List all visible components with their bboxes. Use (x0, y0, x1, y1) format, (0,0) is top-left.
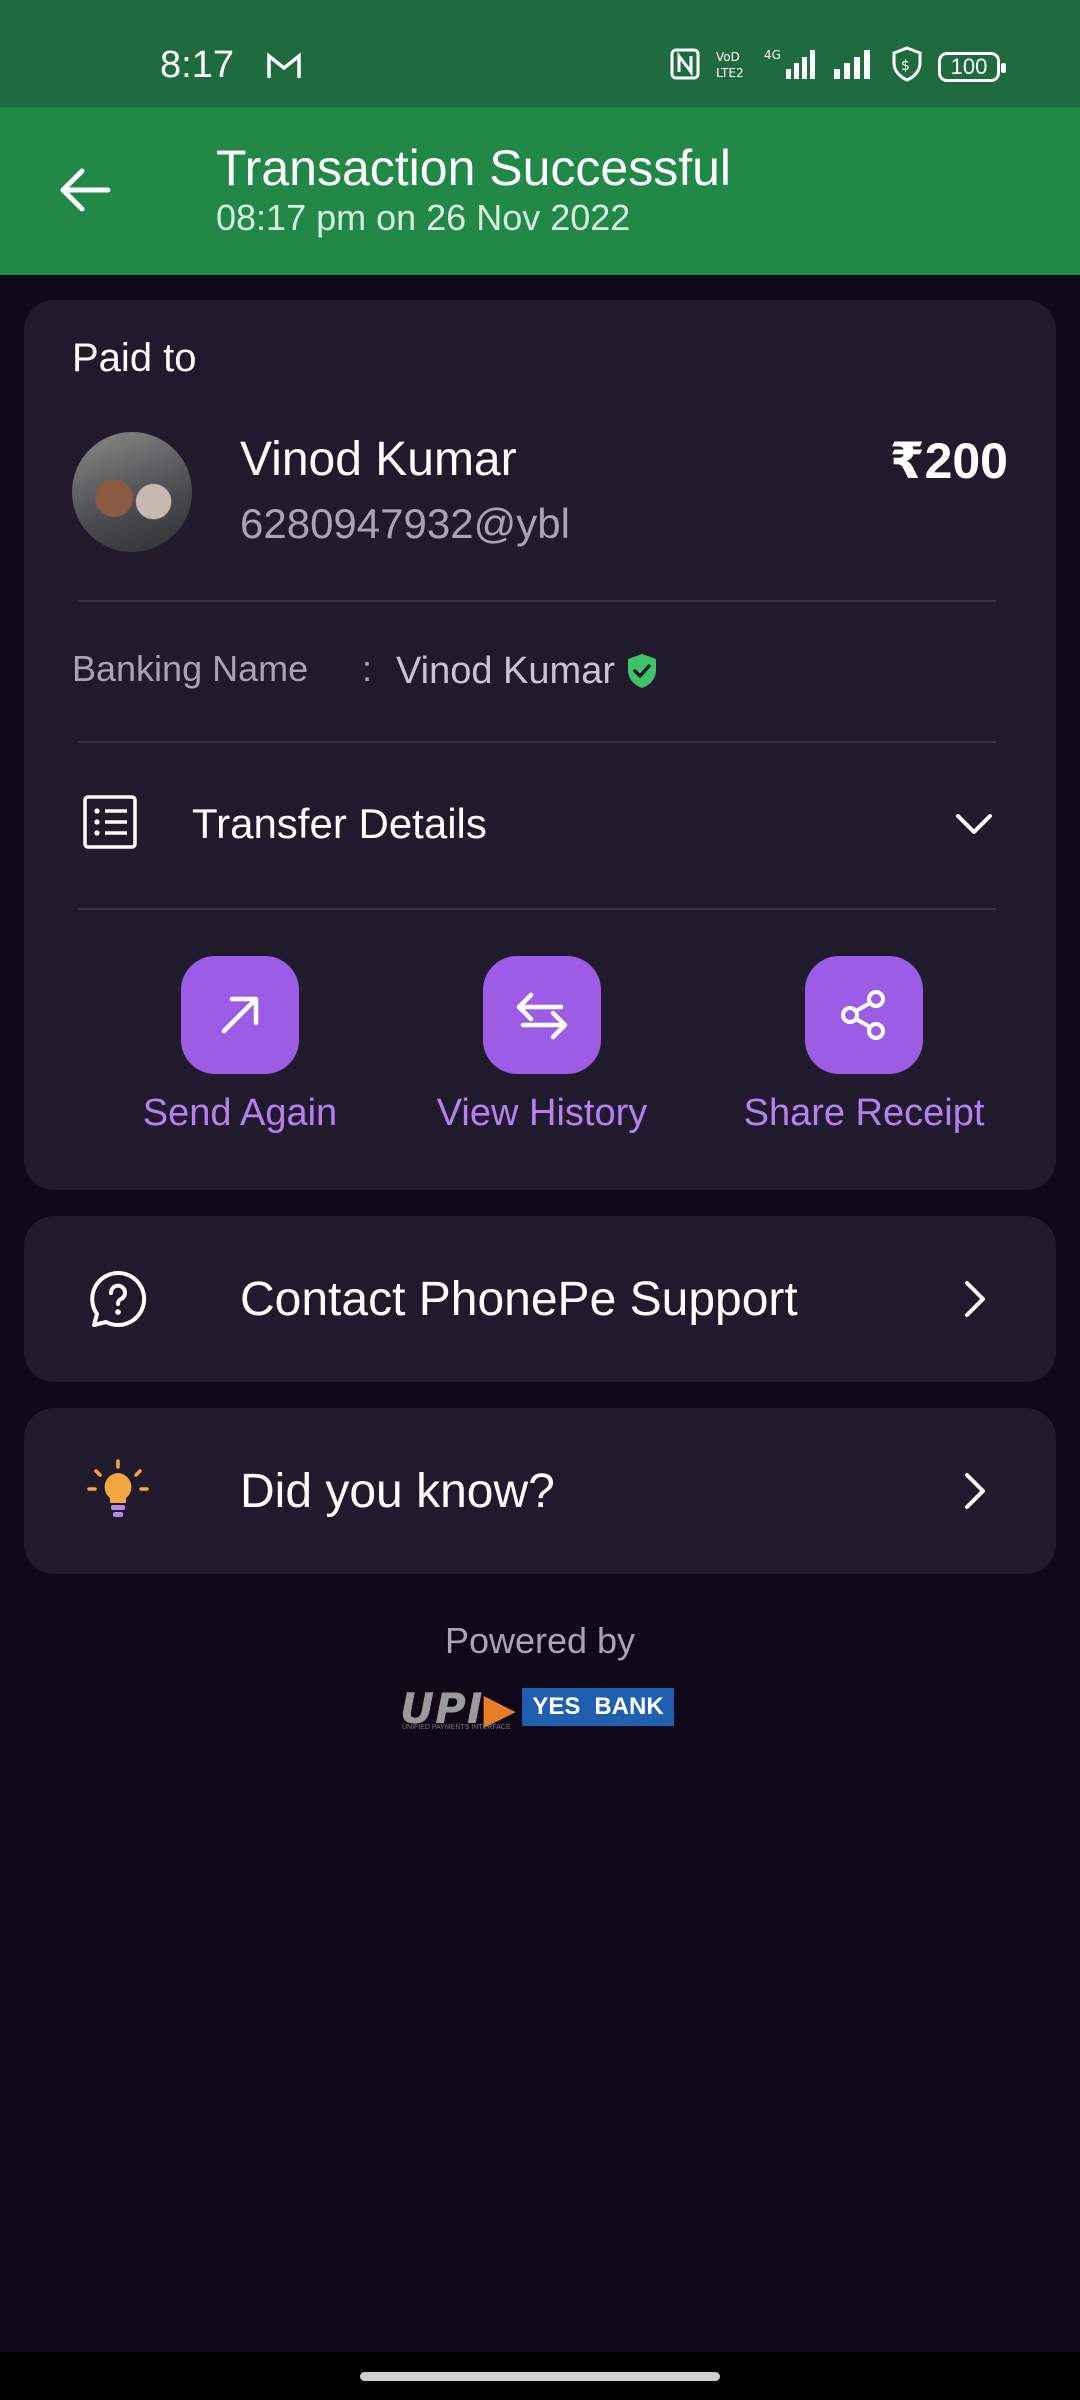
payee-upi-id: 6280947932@ybl (240, 500, 570, 547)
paid-to-label: Paid to (72, 336, 197, 380)
contact-support-row[interactable]: Contact PhonePe Support (24, 1216, 1056, 1382)
svg-text:LTE2: LTE2 (716, 66, 744, 80)
banking-name-value: Vinod Kumar (396, 650, 615, 692)
back-arrow-icon[interactable] (52, 155, 122, 225)
signal-4g-icon: 4G (764, 47, 818, 86)
payee-name: Vinod Kumar (240, 433, 517, 486)
banking-name-separator: : (362, 648, 373, 689)
payment-details-card: Paid to Vinod Kumar 6280947932@ybl ₹200 … (24, 300, 1056, 1190)
secure-shield-icon: $ (890, 46, 924, 87)
share-receipt-label[interactable]: Share Receipt (714, 1092, 1014, 1135)
gmail-icon (266, 52, 302, 85)
share-receipt-button[interactable]: Share Receipt (714, 956, 1014, 1135)
app-header: Transaction Successful 08:17 pm on 26 No… (0, 107, 1080, 275)
yes-bank-logo: YES BANK (522, 1688, 674, 1726)
amount: ₹200 (889, 433, 1008, 489)
quick-actions: Send Again View History Share Receipt (24, 956, 1056, 1156)
help-chat-icon (86, 1267, 150, 1331)
receipt-list-icon[interactable] (80, 792, 140, 852)
banking-name-label: Banking Name (72, 648, 309, 689)
partner-logos: UPI▶ UNIFIED PAYMENTS INTERFACE YES BANK (400, 1680, 680, 1740)
share-icon[interactable] (805, 956, 923, 1074)
svg-text:4G: 4G (764, 48, 781, 62)
volte-icon: VoD LTE2 (714, 48, 750, 85)
chevron-right-icon[interactable] (954, 1279, 994, 1319)
avatar (72, 432, 192, 552)
home-gesture-handle[interactable] (360, 2372, 720, 2381)
arrow-up-right-icon[interactable] (181, 956, 299, 1074)
contact-support-label[interactable]: Contact PhonePe Support (240, 1272, 798, 1327)
divider (78, 600, 996, 602)
send-again-label[interactable]: Send Again (90, 1092, 390, 1135)
signal-icon (832, 47, 876, 86)
did-you-know-row[interactable]: Did you know? (24, 1408, 1056, 1574)
divider (78, 741, 996, 743)
transfer-details-toggle[interactable]: Transfer Details (192, 800, 487, 848)
status-bar: 8:17 VoD LTE2 4G $ 100 (0, 0, 1080, 107)
transaction-timestamp: 08:17 pm on 26 Nov 2022 (216, 197, 631, 238)
svg-text:VoD: VoD (716, 50, 740, 64)
chevron-down-icon[interactable] (954, 804, 994, 844)
verified-shield-icon (624, 652, 660, 690)
status-time: 8:17 (160, 44, 234, 86)
send-again-button[interactable]: Send Again (90, 956, 390, 1135)
svg-text:$: $ (901, 58, 910, 74)
powered-by-label: Powered by (444, 1620, 636, 1661)
view-history-label[interactable]: View History (392, 1092, 692, 1135)
lightbulb-icon (86, 1459, 150, 1523)
yes-bank-logo-word2: BANK (594, 1693, 664, 1720)
page-title: Transaction Successful (216, 140, 732, 196)
did-you-know-label[interactable]: Did you know? (240, 1464, 555, 1519)
upi-logo-subtext: UNIFIED PAYMENTS INTERFACE (402, 1724, 511, 1731)
swap-arrows-icon[interactable] (483, 956, 601, 1074)
divider (78, 908, 996, 910)
battery-icon: 100 (938, 51, 1006, 82)
chevron-right-icon[interactable] (954, 1471, 994, 1511)
yes-bank-logo-word1: YES (532, 1693, 581, 1720)
status-icons: VoD LTE2 4G $ 100 (670, 46, 1006, 87)
view-history-button[interactable]: View History (392, 956, 692, 1135)
nfc-icon (670, 48, 700, 85)
